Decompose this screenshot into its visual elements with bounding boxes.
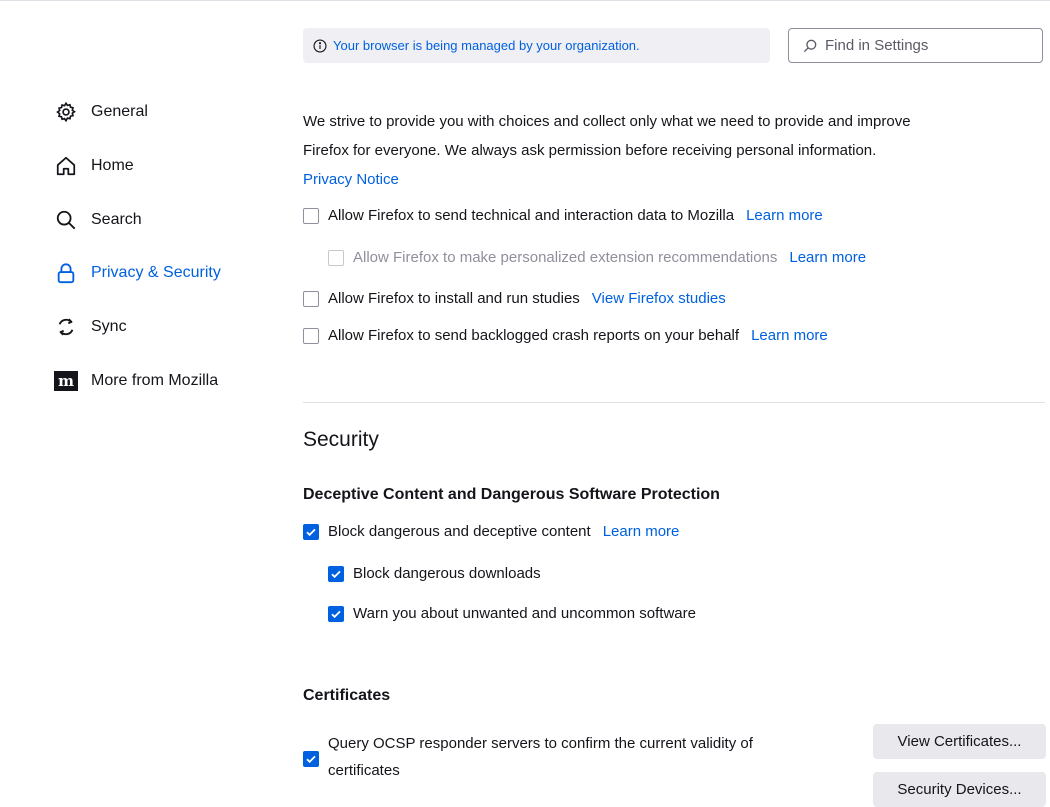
crash-reports-learn-more-link[interactable]: Learn more xyxy=(751,327,828,344)
svg-text:m: m xyxy=(58,372,74,390)
sidebar-item-privacy-security[interactable]: Privacy & Security xyxy=(54,258,221,288)
search-icon xyxy=(803,39,817,53)
checkmark-icon xyxy=(331,570,341,578)
sidebar-item-home[interactable]: Home xyxy=(54,151,134,181)
data-collection-intro: We strive to provide you with choices an… xyxy=(303,107,911,194)
sidebar-item-label: More from Mozilla xyxy=(91,372,219,389)
extension-recommendations-learn-more-link[interactable]: Learn more xyxy=(789,249,866,266)
sidebar-item-sync[interactable]: Sync xyxy=(54,312,127,342)
intro-line-1: We strive to provide you with choices an… xyxy=(303,113,911,130)
extension-recommendations-option: Allow Firefox to make personalized exten… xyxy=(328,249,866,266)
extension-recommendations-label: Allow Firefox to make personalized exten… xyxy=(353,249,778,266)
gear-icon xyxy=(54,100,78,124)
telemetry-label[interactable]: Allow Firefox to send technical and inte… xyxy=(328,207,734,224)
telemetry-learn-more-link[interactable]: Learn more xyxy=(746,207,823,224)
sidebar-item-general[interactable]: General xyxy=(54,97,148,127)
sidebar-item-label: Sync xyxy=(91,318,127,335)
lock-icon xyxy=(54,261,78,285)
checkmark-icon xyxy=(306,755,316,764)
ocsp-label[interactable]: Query OCSP responder servers to confirm … xyxy=(328,730,753,784)
home-icon xyxy=(54,154,78,178)
security-heading: Security xyxy=(303,428,379,451)
sync-icon xyxy=(54,315,78,339)
ocsp-label-line-2: certificates xyxy=(328,762,400,779)
sidebar-item-label: General xyxy=(91,103,148,120)
view-certificates-button[interactable]: View Certificates... xyxy=(873,724,1046,759)
find-in-settings-input[interactable] xyxy=(823,36,1027,55)
studies-option: Allow Firefox to install and run studies… xyxy=(303,290,726,307)
crash-reports-label[interactable]: Allow Firefox to send backlogged crash r… xyxy=(328,327,739,344)
crash-reports-checkbox[interactable] xyxy=(303,327,319,344)
sidebar: General Home Search Privacy & Security S… xyxy=(0,0,280,807)
block-dangerous-content-label[interactable]: Block dangerous and deceptive content xyxy=(328,523,591,540)
checkmark-icon xyxy=(331,610,341,618)
block-dangerous-downloads-option: Block dangerous downloads xyxy=(328,565,541,582)
warn-unwanted-software-option: Warn you about unwanted and uncommon sof… xyxy=(328,605,696,622)
ocsp-option: Query OCSP responder servers to confirm … xyxy=(303,730,823,784)
warn-unwanted-software-label[interactable]: Warn you about unwanted and uncommon sof… xyxy=(353,605,696,622)
managed-banner-text: Your browser is being managed by your or… xyxy=(333,38,640,53)
section-divider xyxy=(303,402,1045,403)
telemetry-option: Allow Firefox to send technical and inte… xyxy=(303,207,823,224)
block-dangerous-content-option: Block dangerous and deceptive content Le… xyxy=(303,523,679,540)
ocsp-checkbox[interactable] xyxy=(303,751,319,767)
telemetry-checkbox[interactable] xyxy=(303,207,319,224)
block-dangerous-content-checkbox[interactable] xyxy=(303,523,319,540)
managed-by-organization-banner[interactable]: Your browser is being managed by your or… xyxy=(303,28,770,63)
sidebar-item-search[interactable]: Search xyxy=(54,205,142,235)
view-firefox-studies-link[interactable]: View Firefox studies xyxy=(592,290,726,307)
deceptive-content-heading: Deceptive Content and Dangerous Software… xyxy=(303,486,720,503)
privacy-notice-link[interactable]: Privacy Notice xyxy=(303,171,399,188)
warn-unwanted-software-checkbox[interactable] xyxy=(328,605,344,622)
sidebar-item-label: Privacy & Security xyxy=(91,264,221,281)
sidebar-item-more-from-mozilla[interactable]: m More from Mozilla xyxy=(54,366,218,396)
extension-recommendations-checkbox[interactable] xyxy=(328,249,344,266)
block-dangerous-downloads-checkbox[interactable] xyxy=(328,565,344,582)
sidebar-item-label: Search xyxy=(91,211,142,228)
certificates-heading: Certificates xyxy=(303,687,391,704)
studies-label[interactable]: Allow Firefox to install and run studies xyxy=(328,290,580,307)
checkmark-icon xyxy=(306,528,316,536)
sidebar-item-label: Home xyxy=(91,157,134,174)
crash-reports-option: Allow Firefox to send backlogged crash r… xyxy=(303,327,828,344)
security-devices-button[interactable]: Security Devices... xyxy=(873,772,1046,807)
info-icon xyxy=(313,38,327,53)
search-icon xyxy=(54,208,78,232)
studies-checkbox[interactable] xyxy=(303,290,319,307)
ocsp-label-line-1: Query OCSP responder servers to confirm … xyxy=(328,735,753,752)
find-in-settings-box[interactable] xyxy=(788,28,1043,63)
intro-line-2: Firefox for everyone. We always ask perm… xyxy=(303,142,877,159)
block-dangerous-downloads-label[interactable]: Block dangerous downloads xyxy=(353,565,541,582)
mozilla-m-icon: m xyxy=(54,369,78,393)
block-dangerous-learn-more-link[interactable]: Learn more xyxy=(603,523,680,540)
